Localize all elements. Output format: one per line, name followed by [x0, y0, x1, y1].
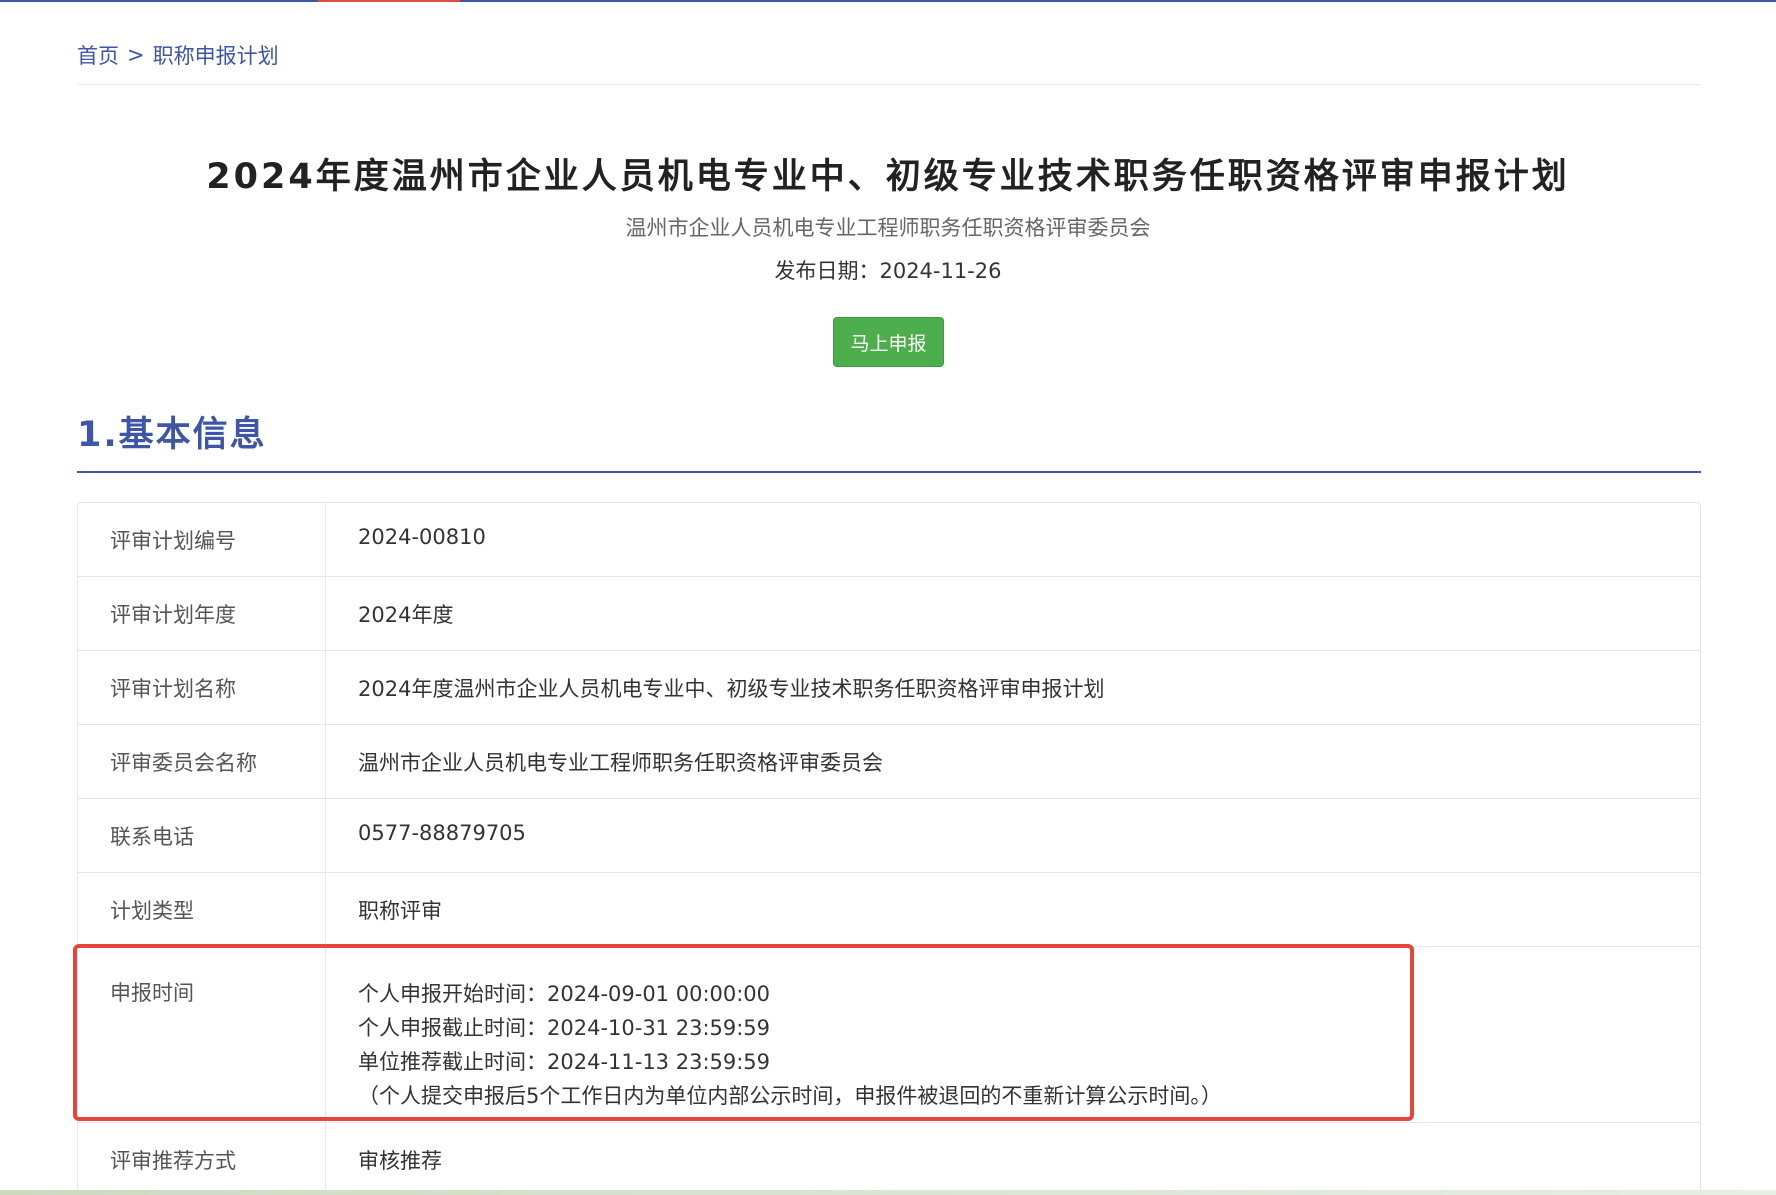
table-row-committee: 评审委员会名称 温州市企业人员机电专业工程师职务任职资格评审委员会: [78, 725, 1700, 799]
publish-date: 发布日期：2024-11-26: [774, 259, 1002, 283]
table-row-recommend: 评审推荐方式 审核推荐: [78, 1123, 1700, 1193]
time-note: （个人提交申报后5个工作日内为单位内部公示时间，申报件被退回的不重新计算公示时间…: [358, 1084, 1222, 1108]
row-value: 个人申报开始时间：2024-09-01 00:00:00 个人申报截止时间：20…: [326, 947, 1700, 1122]
apply-now-button[interactable]: 马上申报: [833, 317, 944, 367]
table-row-apply-time: 申报时间 个人申报开始时间：2024-09-01 00:00:00 个人申报截止…: [78, 947, 1700, 1123]
table-row-plan-name: 评审计划名称 2024年度温州市企业人员机电专业中、初级专业技术职务任职资格评审…: [78, 651, 1700, 725]
row-value: 2024年度: [358, 603, 454, 627]
basic-info-table: 评审计划编号 2024-00810 评审计划年度 2024年度 评审计划名称 2…: [77, 502, 1701, 1194]
section-title: 1.基本信息: [77, 415, 267, 455]
row-label: 评审委员会名称: [78, 725, 326, 798]
row-label: 计划类型: [78, 873, 326, 946]
row-value: 2024-00810: [358, 525, 486, 549]
personal-end-time: 个人申报截止时间：2024-10-31 23:59:59: [358, 1016, 771, 1040]
bottom-strip: [0, 1190, 1776, 1195]
row-value: 职称评审: [358, 899, 442, 923]
unit-end-time: 单位推荐截止时间：2024-11-13 23:59:59: [358, 1050, 771, 1074]
page-title: 2024年度温州市企业人员机电专业中、初级专业技术职务任职资格评审申报计划: [206, 157, 1570, 197]
row-label: 评审计划名称: [78, 651, 326, 724]
row-label: 评审计划编号: [78, 503, 326, 576]
top-border: [0, 0, 1776, 2]
personal-start-time: 个人申报开始时间：2024-09-01 00:00:00: [358, 982, 771, 1006]
committee-subtitle: 温州市企业人员机电专业工程师职务任职资格评审委员会: [625, 216, 1151, 240]
row-value: 温州市企业人员机电专业工程师职务任职资格评审委员会: [358, 751, 883, 775]
table-row-plan-no: 评审计划编号 2024-00810: [78, 503, 1700, 577]
row-label: 申报时间: [78, 947, 326, 1122]
row-label: 联系电话: [78, 799, 326, 872]
breadcrumb-divider: [77, 84, 1701, 85]
breadcrumb-home-link[interactable]: 首页: [77, 40, 119, 70]
table-row-phone: 联系电话 0577-88879705: [78, 799, 1700, 873]
breadcrumb-separator: >: [127, 43, 145, 67]
row-value: 审核推荐: [358, 1149, 442, 1173]
section-divider: [77, 471, 1701, 473]
breadcrumb-current-link[interactable]: 职称申报计划: [153, 40, 279, 70]
row-value: 2024年度温州市企业人员机电专业中、初级专业技术职务任职资格评审申报计划: [358, 677, 1105, 701]
table-row-plan-year: 评审计划年度 2024年度: [78, 577, 1700, 651]
table-row-plan-type: 计划类型 职称评审: [78, 873, 1700, 947]
row-label: 评审推荐方式: [78, 1123, 326, 1193]
row-label: 评审计划年度: [78, 577, 326, 650]
row-value: 0577-88879705: [358, 821, 526, 845]
breadcrumb: 首页 > 职称申报计划: [77, 40, 279, 70]
top-border-accent: [318, 0, 460, 2]
